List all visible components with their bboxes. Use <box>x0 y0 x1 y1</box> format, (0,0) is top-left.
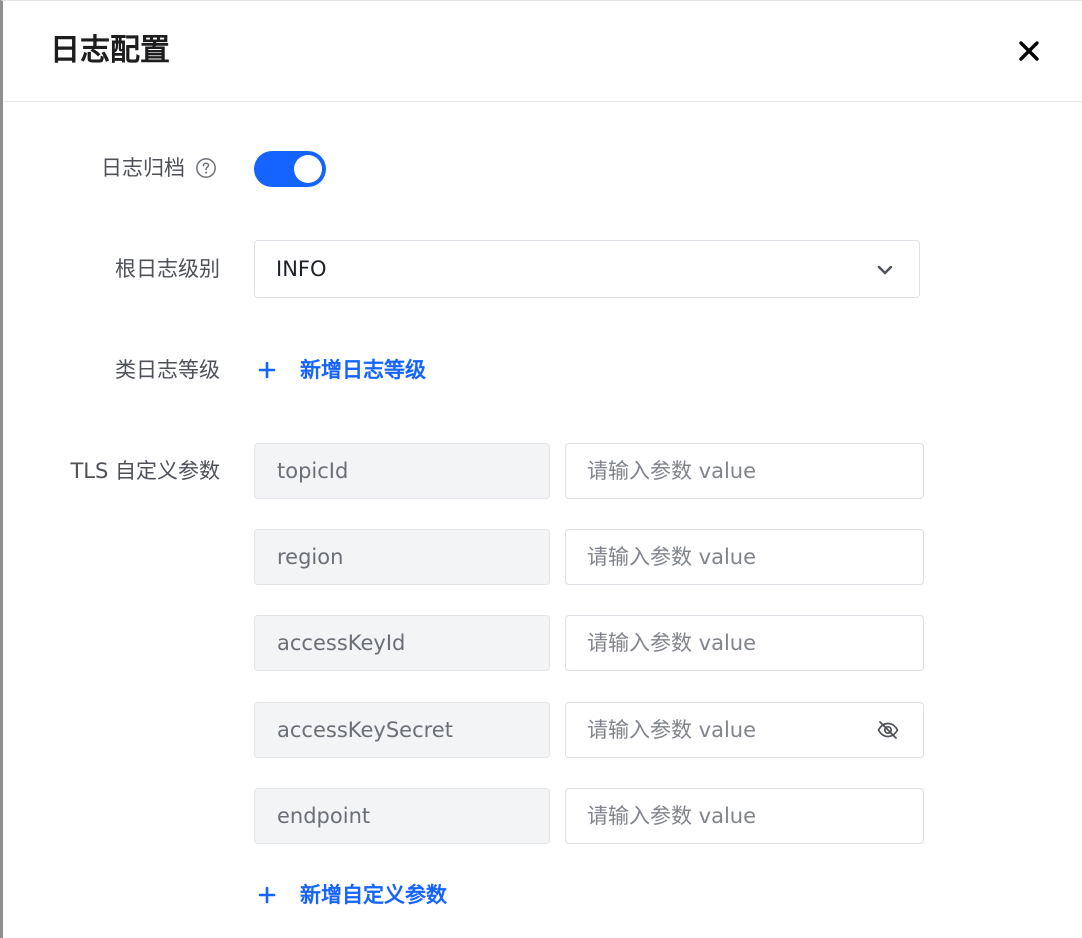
param-key-text: accessKeyId <box>277 631 406 655</box>
param-value-input-endpoint[interactable] <box>565 788 924 844</box>
log-archive-label: 日志归档 <box>101 156 185 180</box>
param-key-text: topicId <box>277 459 349 483</box>
param-value-input-region[interactable] <box>565 529 924 585</box>
root-log-level-value: INFO <box>276 257 327 281</box>
log-archive-switch[interactable] <box>254 151 326 187</box>
tls-params-label: TLS 自定义参数 <box>70 459 220 483</box>
switch-knob <box>294 155 322 183</box>
eye-off-icon[interactable] <box>876 718 900 742</box>
dialog-header: 日志配置 <box>3 1 1082 102</box>
close-icon[interactable] <box>1017 39 1041 63</box>
log-config-dialog: 日志配置 日志归档 根日志级别 INFO 类日志等级 新增日志等级 TLS 自定… <box>0 0 1082 938</box>
param-key-accesskeysecret: accessKeySecret <box>254 702 550 758</box>
root-log-level-label: 根日志级别 <box>115 257 220 281</box>
param-key-topicid: topicId <box>254 443 550 499</box>
param-key-text: accessKeySecret <box>277 718 453 742</box>
add-log-level-label: 新增日志等级 <box>300 358 426 382</box>
root-log-level-select[interactable]: INFO <box>254 240 920 298</box>
param-key-text: endpoint <box>277 804 371 828</box>
plus-icon <box>258 361 276 379</box>
question-circle-icon[interactable] <box>195 157 217 179</box>
dialog-title: 日志配置 <box>50 33 170 68</box>
param-value-input-accesskeysecret[interactable] <box>565 702 924 758</box>
param-key-accesskeyid: accessKeyId <box>254 615 550 671</box>
param-value-input-topicid[interactable] <box>565 443 924 499</box>
class-log-level-label: 类日志等级 <box>115 358 220 382</box>
param-key-text: region <box>277 545 344 569</box>
param-value-input-accesskeyid[interactable] <box>565 615 924 671</box>
plus-icon <box>258 886 276 904</box>
chevron-down-icon <box>877 265 893 275</box>
param-key-region: region <box>254 529 550 585</box>
param-key-endpoint: endpoint <box>254 788 550 844</box>
add-custom-param-label: 新增自定义参数 <box>300 883 447 907</box>
